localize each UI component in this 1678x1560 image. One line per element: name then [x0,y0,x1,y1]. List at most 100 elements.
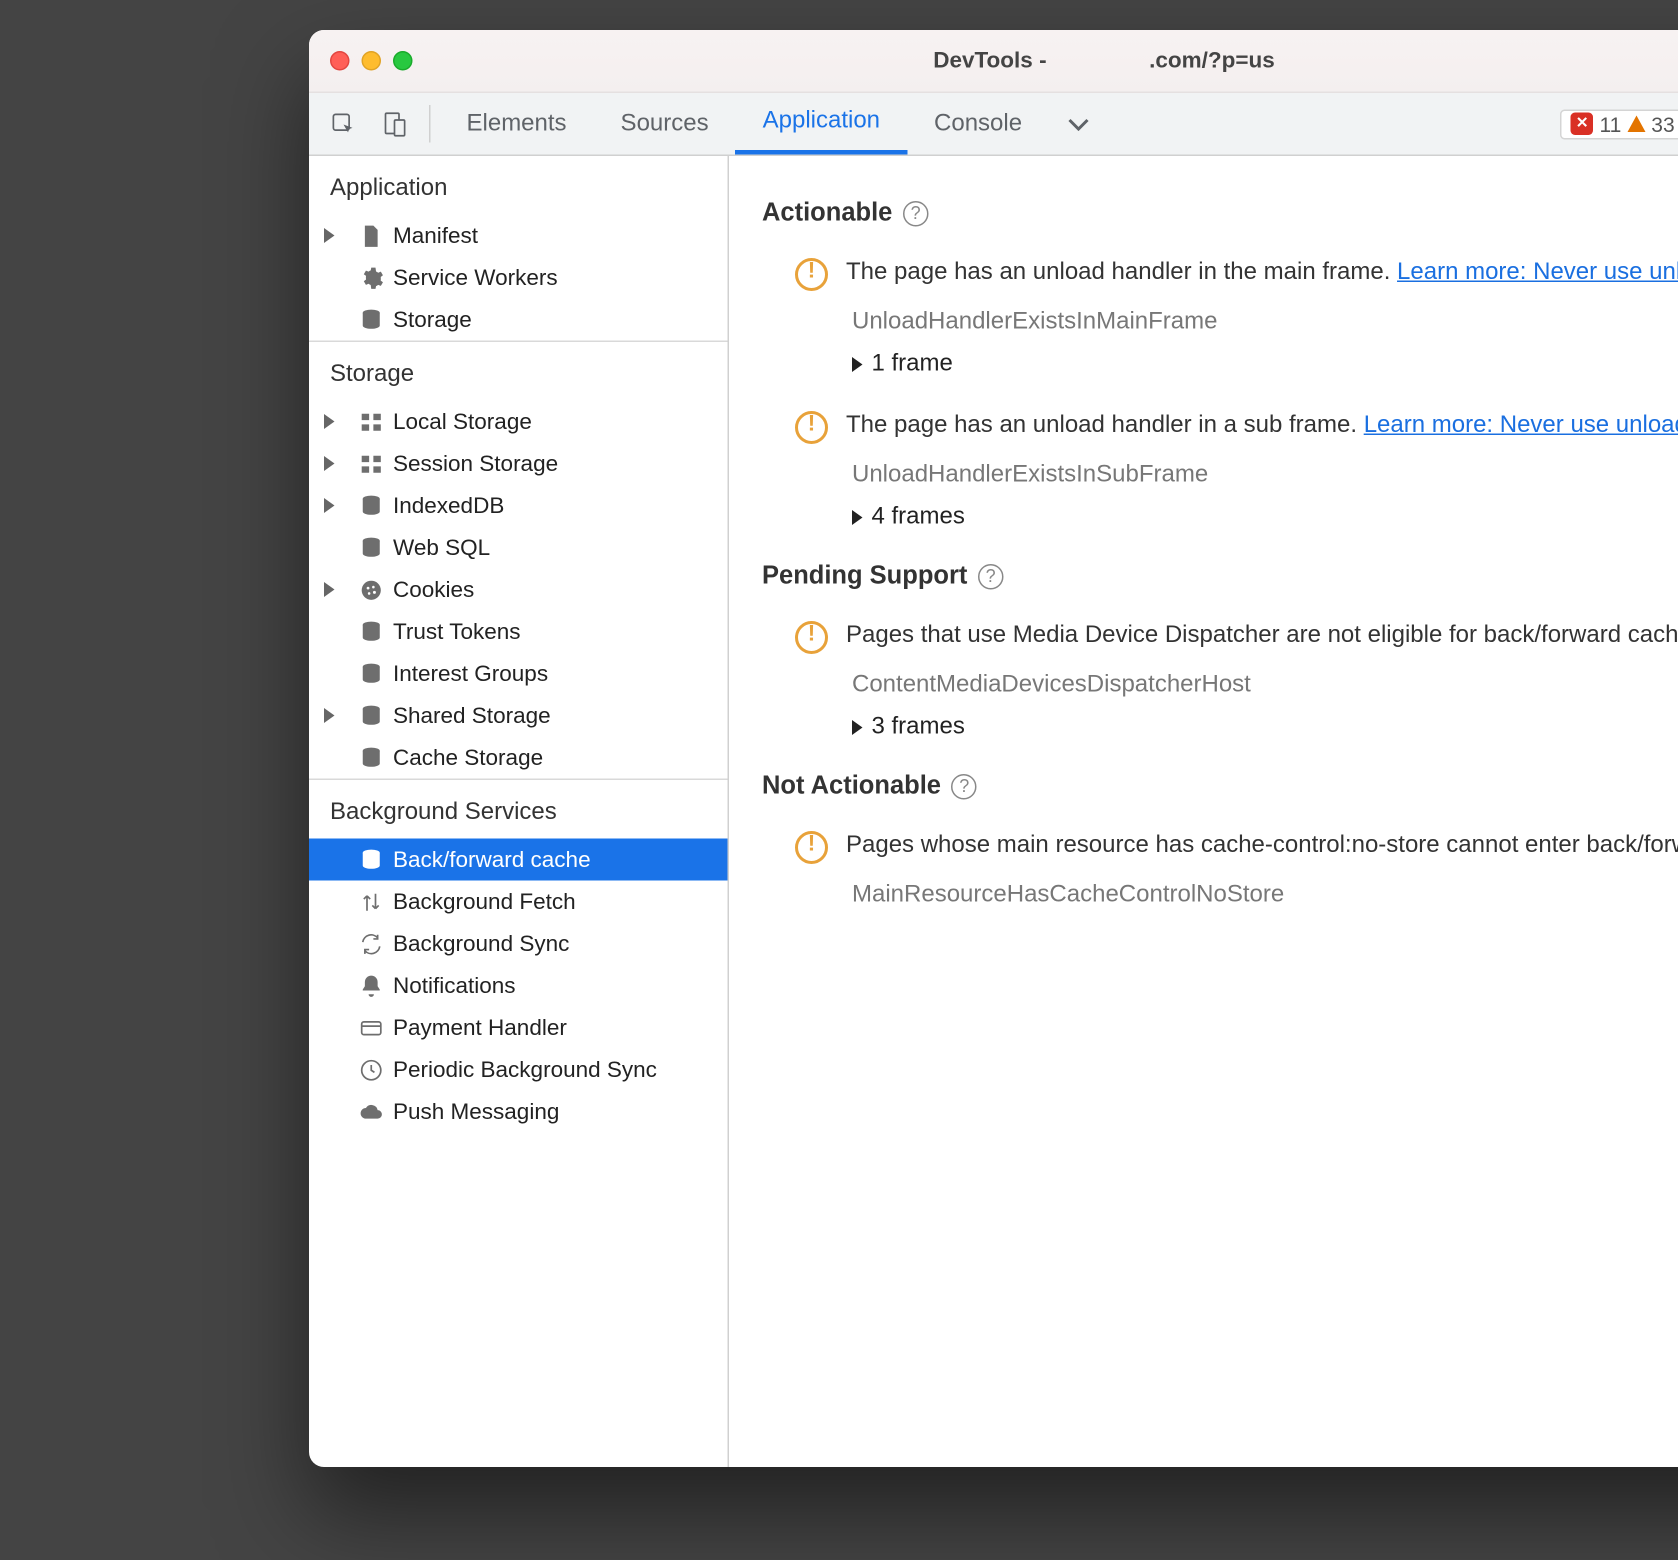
sidebar-bg-back-forward-cache[interactable]: Back/forward cache [309,839,728,881]
sidebar-app-storage[interactable]: Storage [309,299,728,341]
warning-icon [1627,116,1645,133]
issue-text: Pages that use Media Device Dispatcher a… [846,618,1678,654]
section-title-text: Not Actionable [762,771,941,801]
sidebar-item-label: Storage [393,307,472,333]
db-icon [357,618,384,645]
warning-icon [795,258,828,291]
application-sidebar[interactable]: Application ManifestService WorkersStora… [309,156,729,1467]
sidebar-bg-periodic-background-sync[interactable]: Periodic Background Sync [309,1049,728,1091]
issue-message: Pages whose main resource has cache-cont… [846,833,1678,859]
chevron-right-icon [852,720,863,735]
expand-arrow-icon[interactable] [324,498,335,513]
grid-icon [357,408,384,435]
section-title-text: Pending Support [762,561,967,591]
error-icon: ✕ [1571,113,1594,136]
clock-icon [357,1056,384,1083]
expand-arrow-icon[interactable] [324,456,335,471]
warning-icon [795,831,828,864]
sidebar-bg-payment-handler[interactable]: Payment Handler [309,1007,728,1049]
sidebar-item-label: Back/forward cache [393,847,591,873]
traffic-lights [330,51,413,71]
sidebar-app-service-workers[interactable]: Service Workers [309,257,728,299]
issue-text: The page has an unload handler in a sub … [846,408,1678,444]
expand-arrow-icon[interactable] [324,414,335,429]
chevron-right-icon [852,357,863,372]
file-icon [357,222,384,249]
issue-message: Pages that use Media Device Dispatcher a… [846,623,1678,649]
sidebar-item-label: Interest Groups [393,661,548,687]
sidebar-item-label: Session Storage [393,451,558,477]
tab-sources[interactable]: Sources [594,93,736,155]
issue-text: The page has an unload handler in the ma… [846,255,1678,291]
sidebar-bg-background-sync[interactable]: Background Sync [309,923,728,965]
learn-more-link[interactable]: Learn more: Never use unload handler [1397,260,1678,286]
sidebar-storage-local-storage[interactable]: Local Storage [309,401,728,443]
sidebar-item-label: Push Messaging [393,1099,559,1125]
minimize-window-button[interactable] [362,51,382,71]
bfcache-report[interactable]: Actionable? The page has an unload handle… [729,156,1678,1467]
sidebar-storage-cache-storage[interactable]: Cache Storage [309,737,728,779]
inspect-element-icon[interactable] [318,93,369,155]
warning-count: 33 [1651,112,1674,136]
sidebar-storage-shared-storage[interactable]: Shared Storage [309,695,728,737]
error-count: 11 [1599,112,1621,136]
sidebar-bg-background-fetch[interactable]: Background Fetch [309,881,728,923]
toolbar-right: ✕ 11 33 ✕ 48 [1560,93,1678,155]
sidebar-section-background: Background Services [309,780,728,839]
grid-icon [357,450,384,477]
expand-arrow-icon[interactable] [324,582,335,597]
frames-count-label: 3 frames [872,714,965,741]
report-section-title: Actionable? [762,198,1678,228]
sidebar-item-label: Background Fetch [393,889,576,915]
toolbar-divider [429,105,431,143]
issue-row: The page has an unload handler in a sub … [795,408,1678,444]
expand-arrow-icon[interactable] [324,228,335,243]
help-icon[interactable]: ? [978,563,1004,589]
card-icon [357,1014,384,1041]
tab-elements[interactable]: Elements [440,93,594,155]
expand-arrow-icon[interactable] [324,708,335,723]
db-icon [357,534,384,561]
issue-message: The page has an unload handler in a sub … [846,413,1364,439]
devtools-window: DevTools - .com/?p=us Elements Sources A… [309,30,1678,1467]
frames-count-label: 4 frames [872,504,965,531]
sidebar-storage-interest-groups[interactable]: Interest Groups [309,653,728,695]
sidebar-bg-push-messaging[interactable]: Push Messaging [309,1091,728,1133]
close-window-button[interactable] [330,51,350,71]
title-suffix: .com/?p=us [1149,48,1275,74]
db-icon [357,492,384,519]
zoom-window-button[interactable] [393,51,413,71]
more-tabs-button[interactable] [1049,93,1109,155]
frames-disclosure[interactable]: 4 frames [852,504,1678,531]
frames-disclosure[interactable]: 1 frame [852,351,1678,378]
tab-label: Sources [621,110,709,137]
learn-more-link[interactable]: Learn more: Never use unload handler [1364,413,1678,439]
device-toolbar-icon[interactable] [369,93,420,155]
frames-disclosure[interactable]: 3 frames [852,714,1678,741]
tab-application[interactable]: Application [736,93,907,155]
issue-row: Pages that use Media Device Dispatcher a… [795,618,1678,654]
warning-icon [795,411,828,444]
cookie-icon [357,576,384,603]
sidebar-storage-session-storage[interactable]: Session Storage [309,443,728,485]
title-prefix: DevTools - [933,48,1046,74]
console-status-badge[interactable]: ✕ 11 33 [1560,109,1678,139]
gear-icon [357,264,384,291]
frames-count-label: 1 frame [872,351,953,378]
help-icon[interactable]: ? [951,773,977,799]
help-icon[interactable]: ? [903,200,929,226]
sync-icon [357,930,384,957]
sidebar-storage-web-sql[interactable]: Web SQL [309,527,728,569]
tab-label: Application [763,108,880,135]
issue-text: Pages whose main resource has cache-cont… [846,828,1678,864]
sidebar-app-manifest[interactable]: Manifest [309,215,728,257]
sidebar-storage-indexeddb[interactable]: IndexedDB [309,485,728,527]
sidebar-item-label: Shared Storage [393,703,551,729]
sidebar-item-label: Web SQL [393,535,490,561]
sidebar-bg-notifications[interactable]: Notifications [309,965,728,1007]
tab-console[interactable]: Console [907,93,1049,155]
tab-label: Elements [467,110,567,137]
sidebar-storage-cookies[interactable]: Cookies [309,569,728,611]
tab-label: Console [934,110,1022,137]
sidebar-storage-trust-tokens[interactable]: Trust Tokens [309,611,728,653]
